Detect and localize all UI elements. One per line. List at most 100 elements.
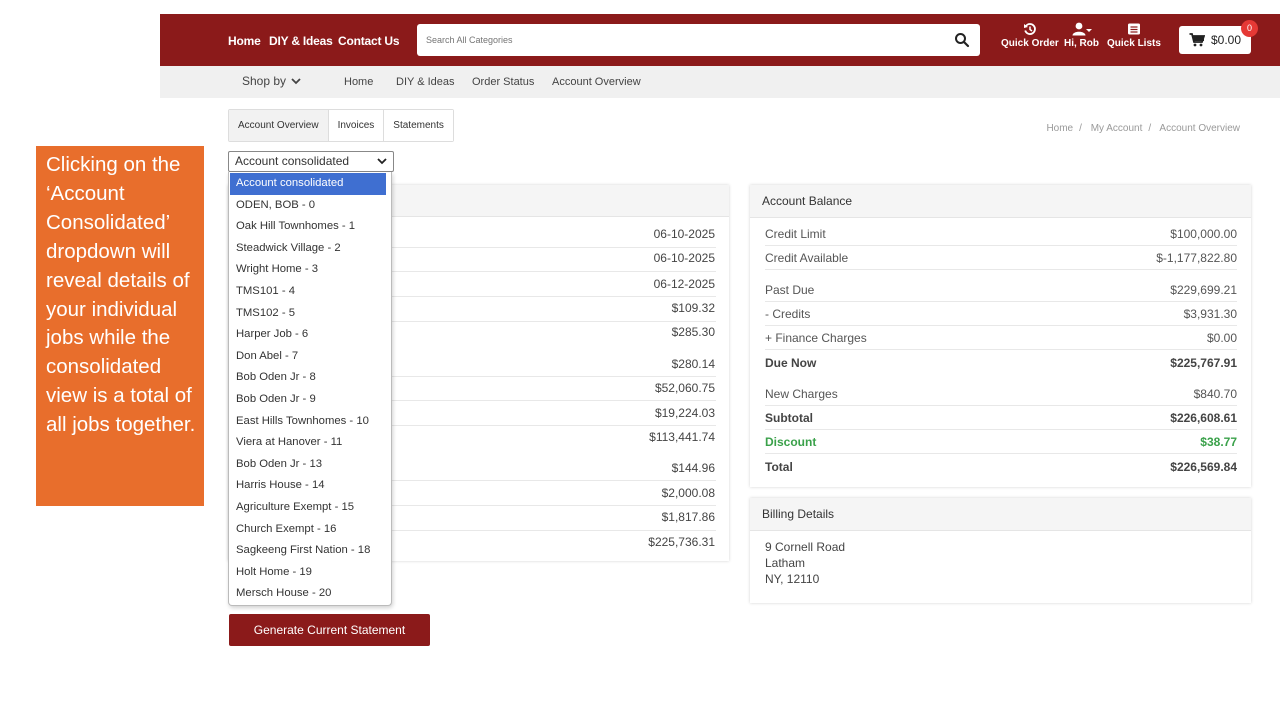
subnav-account-overview-link[interactable]: Account Overview [552,76,641,88]
dropdown-option[interactable]: Bob Oden Jr - 8 [229,367,391,389]
dropdown-option[interactable]: Bob Oden Jr - 9 [229,389,391,411]
balance-value: $0.00 [1206,331,1237,345]
dropdown-option[interactable]: Viera at Hanover - 11 [229,432,391,454]
dropdown-option[interactable]: Account consolidated [230,173,386,195]
breadcrumb-my-account[interactable]: My Account [1091,123,1143,134]
quick-lists-label: Quick Lists [1107,38,1161,49]
subnav-home-link[interactable]: Home [344,76,373,88]
dropdown-option[interactable]: Church Exempt - 16 [229,519,391,541]
summary-value: $113,441.74 [649,430,715,444]
summary-value: 06-12-2025 [653,277,715,291]
account-balance-card: Account Balance Credit Limit $100,000.00 … [750,185,1251,487]
account-menu-button[interactable]: Hi, Rob [1064,22,1099,49]
dropdown-option[interactable]: Mersch House - 20 [229,583,391,605]
balance-label: Past Due [765,283,815,297]
cart-total: $0.00 [1211,33,1242,47]
balance-label: + Finance Charges [765,331,867,345]
quick-order-button[interactable]: Quick Order [1001,22,1059,49]
billing-address-line: Latham [765,556,806,570]
balance-label: Total [765,460,793,474]
tab-statements[interactable]: Statements [384,110,453,141]
balance-value: $226,569.84 [1170,460,1237,474]
dropdown-option[interactable]: TMS101 - 4 [229,281,391,303]
summary-value: $1,817.86 [661,510,715,524]
summary-value: $144.96 [671,461,715,475]
dropdown-option[interactable]: East Hills Townhomes - 10 [229,411,391,433]
secondary-nav-bar: Shop by Home DIY & Ideas Order Status Ac… [160,66,1280,98]
quick-order-label: Quick Order [1001,38,1059,49]
breadcrumb-account-overview: Account Overview [1159,123,1240,134]
dropdown-option[interactable]: Oak Hill Townhomes - 1 [229,216,391,238]
dropdown-option[interactable]: Harper Job - 6 [229,324,391,346]
summary-value: $19,224.03 [654,406,715,420]
quick-lists-button[interactable]: Quick Lists [1107,22,1161,49]
history-icon [1023,23,1036,35]
summary-value: $280.14 [671,357,715,371]
summary-value: $109.32 [671,301,715,315]
account-select-value: Account consolidated [235,154,350,168]
list-icon [1127,23,1140,35]
balance-label: Due Now [765,356,817,370]
billing-address-line: NY, 12110 [765,572,820,586]
account-balance-title: Account Balance [750,185,1251,218]
balance-label: Discount [765,435,817,449]
billing-details-card: Billing Details 9 Cornell Road Latham NY… [750,498,1251,603]
nav-contact-us-link[interactable]: Contact Us [338,34,400,48]
dropdown-option[interactable]: Agriculture Exempt - 15 [229,497,391,519]
user-greeting: Hi, Rob [1064,38,1099,49]
summary-value: $52,060.75 [654,381,715,395]
balance-value: $229,699.21 [1170,283,1237,297]
balance-value: $38.77 [1200,435,1237,449]
chevron-down-icon [291,78,302,85]
balance-label: Credit Limit [765,227,826,241]
balance-label: Subtotal [765,411,813,425]
summary-value: 06-10-2025 [653,227,715,241]
dropdown-option[interactable]: ODEN, BOB - 0 [229,195,391,217]
balance-value: $-1,177,822.80 [1156,251,1237,265]
subnav-order-status-link[interactable]: Order Status [472,76,534,88]
summary-value: 06-10-2025 [653,251,715,265]
balance-label: New Charges [765,387,838,401]
search-input[interactable] [417,24,937,56]
nav-diy-ideas-link[interactable]: DIY & Ideas [269,34,333,48]
dropdown-option[interactable]: Wright Home - 3 [229,259,391,281]
balance-value: $225,767.91 [1170,356,1237,370]
breadcrumb-home[interactable]: Home [1046,123,1073,134]
tab-invoices[interactable]: Invoices [328,110,385,141]
cart-count-badge: 0 [1241,20,1258,37]
dropdown-option[interactable]: Sagkeeng First Nation - 18 [229,540,391,562]
balance-value: $226,608.61 [1170,411,1237,425]
dropdown-option[interactable]: TMS102 - 5 [229,303,391,325]
dropdown-option[interactable]: Harris House - 14 [229,475,391,497]
account-tabs: Account Overview Invoices Statements [228,109,454,142]
balance-label: Credit Available [765,251,849,265]
search-icon[interactable] [954,32,970,48]
subnav-diy-ideas-link[interactable]: DIY & Ideas [396,76,455,88]
cart-icon [1189,33,1205,47]
dropdown-option[interactable]: Bob Oden Jr - 13 [229,454,391,476]
shop-by-label: Shop by [242,74,287,88]
shop-by-menu[interactable]: Shop by [242,74,302,88]
generate-statement-button[interactable]: Generate Current Statement [229,614,430,646]
summary-value: $285.30 [671,325,715,339]
search-box [417,24,980,56]
summary-value: $225,736.31 [648,535,715,549]
balance-value: $840.70 [1193,387,1237,401]
account-dropdown-list: Account consolidated ODEN, BOB - 0 Oak H… [228,172,392,606]
instruction-callout: Clicking on the ‘Account Consolidated’ d… [36,146,204,506]
breadcrumb: Home / My Account / Account Overview [1046,123,1240,134]
dropdown-option[interactable]: Holt Home - 19 [229,562,391,584]
balance-label: - Credits [765,307,811,321]
tab-account-overview[interactable]: Account Overview [229,110,329,141]
balance-value: $3,931.30 [1183,307,1237,321]
dropdown-option[interactable]: Steadwick Village - 2 [229,238,391,260]
dropdown-option[interactable]: Don Abel - 7 [229,346,391,368]
account-select[interactable]: Account consolidated [228,151,394,172]
top-header-bar: Home DIY & Ideas Contact Us Quick Order … [160,14,1280,66]
user-icon [1072,22,1092,36]
balance-value: $100,000.00 [1170,227,1237,241]
chevron-down-icon [377,158,387,165]
billing-details-title: Billing Details [750,498,1251,531]
billing-address-line: 9 Cornell Road [765,540,846,554]
nav-home-link[interactable]: Home [228,34,261,48]
